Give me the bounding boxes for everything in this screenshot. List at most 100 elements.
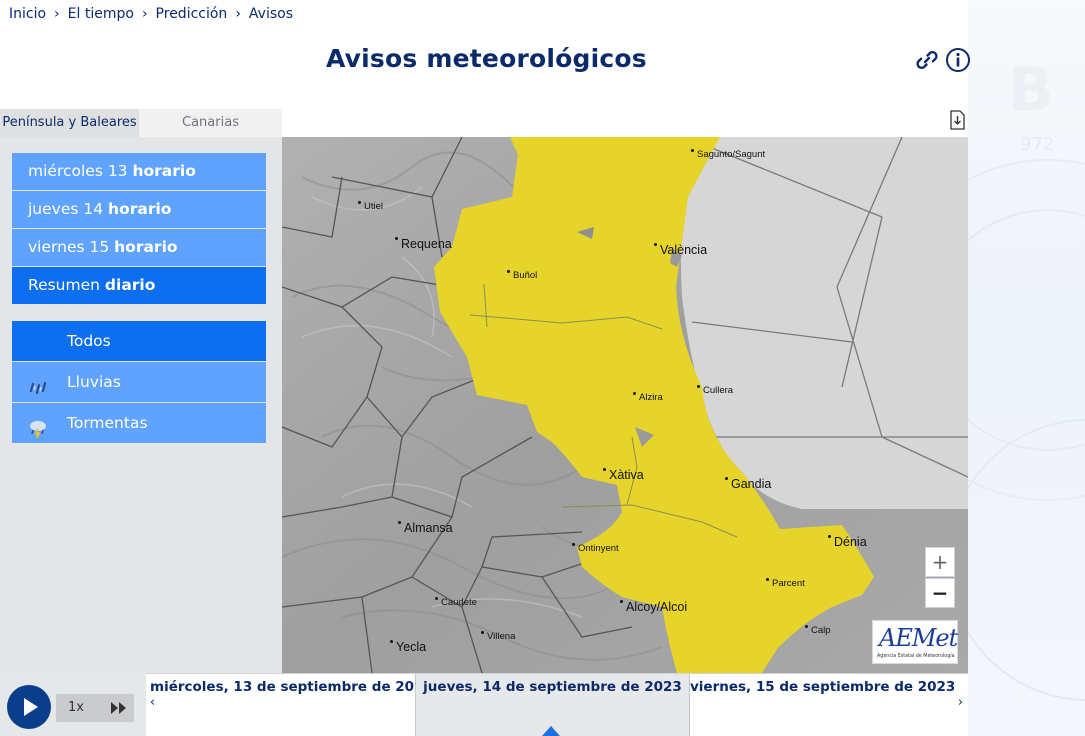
day-button-bold: horario <box>108 200 172 218</box>
day-button-prefix: jueves 14 <box>28 200 109 218</box>
day-button-jueves-14[interactable]: jueves 14 horario <box>12 191 266 228</box>
city-dot <box>620 600 623 603</box>
breadcrumb-inicio[interactable]: Inicio <box>9 6 46 22</box>
breadcrumb-separator: › <box>141 6 148 22</box>
city-name: Sagunto/Sagunt <box>697 149 766 160</box>
city-name: Ontinyent <box>578 543 619 554</box>
city-name: Buñol <box>513 270 538 281</box>
info-icon[interactable] <box>945 47 971 73</box>
tab-peninsula-baleares[interactable]: Península y Baleares <box>0 109 139 137</box>
timeline-day-viernes[interactable]: viernes, 15 de septiembre de 2023 <box>690 674 955 736</box>
city-name: Xàtiva <box>609 468 644 482</box>
city-label: Dénia <box>828 535 867 549</box>
city-label: Almansa <box>398 521 453 535</box>
tab-canarias[interactable]: Canarias <box>139 109 282 137</box>
city-label: Alzira <box>633 392 663 403</box>
rain-icon <box>28 372 48 395</box>
city-dot <box>390 640 393 643</box>
speed-control[interactable]: 1x <box>56 694 134 722</box>
page-title: Avisos meteorológicos <box>326 44 647 73</box>
city-name: Dénia <box>834 535 867 549</box>
city-dot <box>398 521 401 524</box>
day-button-resumen-diario[interactable]: Resumen diario <box>12 267 266 304</box>
breadcrumb-separator: › <box>235 6 241 22</box>
city-dot <box>725 477 728 480</box>
city-name: Alcoy/Alcoi <box>626 600 688 614</box>
city-dot <box>633 392 636 395</box>
day-button-bold: horario <box>132 162 196 180</box>
city-name: Parcent <box>772 578 805 589</box>
timeline: ‹ miércoles, 13 de septiembre de 2023 ju… <box>146 673 968 736</box>
city-dot <box>805 625 808 628</box>
city-dot <box>697 385 700 388</box>
city-label: Alcoy/Alcoi <box>620 600 687 614</box>
timeline-day-miercoles[interactable]: miércoles, 13 de septiembre de 2023 <box>150 674 433 736</box>
city-dot <box>435 597 438 600</box>
day-button-viernes-15[interactable]: viernes 15 horario <box>12 229 266 266</box>
city-name: Caudete <box>441 597 477 608</box>
animation-player: 1x <box>0 673 146 736</box>
day-button-prefix: miércoles 13 <box>28 162 133 180</box>
zoom-in-button[interactable]: + <box>925 547 955 577</box>
city-label: Utiel <box>358 201 383 212</box>
phenomenon-label: Tormentas <box>67 414 148 432</box>
city-name: Yecla <box>396 640 427 654</box>
city-dot <box>654 243 657 246</box>
phenomenon-lluvias-button[interactable]: Lluvias <box>12 362 266 402</box>
city-dot <box>691 149 694 152</box>
svg-text:972: 972 <box>1020 134 1054 155</box>
aemet-logo[interactable]: AEMet Agencia Estatal de Meteorología <box>872 620 958 664</box>
city-dot <box>507 270 510 273</box>
breadcrumb-el-tiempo[interactable]: El tiempo <box>68 6 134 22</box>
city-dot <box>603 468 606 471</box>
storm-icon <box>28 413 48 439</box>
play-icon <box>24 698 38 716</box>
play-button[interactable] <box>7 685 51 729</box>
timeline-current-marker[interactable] <box>542 726 560 736</box>
speed-label[interactable]: 1x <box>68 700 84 715</box>
breadcrumb-avisos[interactable]: Avisos <box>249 6 293 22</box>
day-button-prefix: Resumen <box>28 276 105 294</box>
phenomenon-label: Lluvias <box>67 373 121 391</box>
breadcrumb-prediccion[interactable]: Predicción <box>156 6 228 22</box>
city-dot <box>395 237 398 240</box>
city-label: Requena <box>395 237 452 251</box>
city-label: Ontinyent <box>572 543 619 554</box>
day-button-bold: diario <box>104 276 156 294</box>
city-name: Villena <box>487 631 516 642</box>
timeline-next-arrow[interactable]: › <box>954 674 967 736</box>
city-label: Buñol <box>507 270 537 281</box>
city-name: Cullera <box>703 385 734 396</box>
aemet-logo-subtext: Agencia Estatal de Meteorología <box>877 654 955 659</box>
zoom-out-button[interactable]: − <box>925 578 955 608</box>
map-terrain <box>282 137 968 673</box>
phenomenon-label: Todos <box>67 332 111 350</box>
city-label: València <box>654 243 707 257</box>
fast-forward-icon[interactable] <box>110 701 128 715</box>
city-name: Alzira <box>639 392 663 403</box>
region-tabs: Península y Baleares Canarias <box>0 109 282 137</box>
breadcrumb-separator: › <box>54 6 60 22</box>
city-dot <box>481 631 484 634</box>
day-button-miercoles-13[interactable]: miércoles 13 horario <box>12 153 266 190</box>
phenomenon-todos-button[interactable]: Todos <box>12 321 266 361</box>
phenomenon-tormentas-button[interactable]: Tormentas <box>12 403 266 443</box>
city-name: Almansa <box>404 521 453 535</box>
breadcrumb: Inicio › El tiempo › Predicción › Avisos <box>9 6 293 22</box>
warning-map[interactable]: Sagunto/Sagunt Utiel Requena València Bu… <box>282 137 968 673</box>
city-dot <box>766 578 769 581</box>
day-button-bold: horario <box>114 238 178 256</box>
city-dot <box>358 201 361 204</box>
link-icon[interactable] <box>914 47 940 73</box>
city-label: Yecla <box>390 640 426 654</box>
city-label: Gandia <box>725 477 771 491</box>
city-dot <box>572 543 575 546</box>
city-label: Xàtiva <box>603 468 644 482</box>
download-icon[interactable] <box>948 110 966 130</box>
city-label: Villena <box>481 631 515 642</box>
svg-text:B: B <box>1008 55 1054 125</box>
city-label: Cullera <box>697 385 733 396</box>
page-background-decoration: B 972 <box>968 0 1085 736</box>
city-label: Caudete <box>435 597 477 608</box>
city-name: València <box>660 243 708 257</box>
